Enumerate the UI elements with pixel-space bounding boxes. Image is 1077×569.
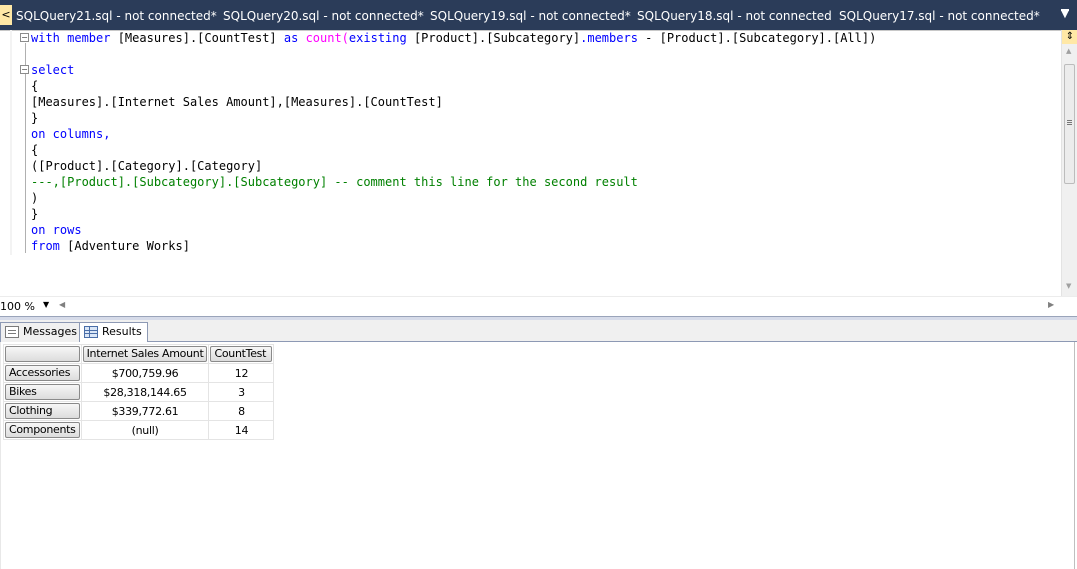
row-header-components[interactable]: Components: [5, 422, 80, 438]
scrollbar-thumb[interactable]: [1064, 64, 1075, 184]
zoom-bar: 100 % ▼ ◀ ▶: [0, 296, 1077, 316]
code-line[interactable]: select: [31, 62, 876, 78]
code-line[interactable]: {: [31, 142, 876, 158]
tab-scroll-left-button[interactable]: <: [0, 5, 12, 25]
code-line[interactable]: ([Product].[Category].[Category]: [31, 158, 876, 174]
row-header-accessories[interactable]: Accessories: [5, 365, 80, 381]
code-line[interactable]: ---,[Product].[Subcategory].[Subcategory…: [31, 174, 876, 190]
document-tab-strip: < SQLQuery21.sql - not connected* SQLQue…: [0, 0, 1077, 30]
code-token: count(: [305, 31, 349, 45]
split-view-icon[interactable]: ⇕: [1062, 30, 1077, 44]
code-line[interactable]: }: [31, 110, 876, 126]
vertical-scrollbar[interactable]: ⇕ ▲ ▼: [1061, 30, 1077, 296]
code-text[interactable]: with member [Measures].[CountTest] as co…: [31, 30, 876, 254]
row-header-clothing[interactable]: Clothing: [5, 403, 80, 419]
tab-sqlquery17[interactable]: SQLQuery17.sql - not connected*: [839, 6, 1040, 26]
code-token: ---,[Product].[Subcategory].[Subcategory…: [31, 175, 638, 189]
cell-count[interactable]: 8: [208, 401, 275, 421]
cell-count[interactable]: 12: [208, 363, 275, 383]
code-token: as: [283, 31, 306, 45]
thumb-grip-icon: [1067, 120, 1072, 121]
outline-guide: [25, 43, 26, 253]
grid-icon: [84, 326, 98, 338]
code-line[interactable]: ): [31, 190, 876, 206]
tab-messages[interactable]: Messages: [0, 322, 83, 342]
column-header-internet-sales-amount[interactable]: Internet Sales Amount: [82, 346, 208, 362]
cell-amount[interactable]: $700,759.96: [80, 363, 210, 383]
tab-sqlquery21[interactable]: SQLQuery21.sql - not connected*: [16, 6, 217, 26]
code-token: ): [31, 191, 39, 205]
column-header-counttest[interactable]: CountTest: [210, 346, 273, 362]
cell-amount[interactable]: (null): [80, 420, 210, 440]
code-token: {: [31, 143, 39, 157]
code-line[interactable]: with member [Measures].[CountTest] as co…: [31, 30, 876, 46]
tab-sqlquery20[interactable]: SQLQuery20.sql - not connected*: [223, 6, 424, 26]
table-row: Components (null) 14: [3, 420, 275, 440]
tab-messages-label: Messages: [23, 325, 77, 338]
scroll-down-icon[interactable]: ▼: [1066, 282, 1071, 290]
code-token: existing: [348, 31, 414, 45]
tab-sqlquery19[interactable]: SQLQuery19.sql - not connected*: [430, 6, 631, 26]
code-line[interactable]: [Measures].[Internet Sales Amount],[Meas…: [31, 94, 876, 110]
table-row: Accessories $700,759.96 12: [3, 363, 275, 383]
table-row: Clothing $339,772.61 8: [3, 401, 275, 421]
results-panel: Internet Sales Amount CountTest Accessor…: [0, 342, 1075, 569]
table-row: Bikes $28,318,144.65 3: [3, 382, 275, 402]
tab-results[interactable]: Results: [79, 322, 148, 343]
code-token: [Measures].[CountTest]: [117, 31, 284, 45]
collapse-select-icon[interactable]: −: [20, 65, 29, 74]
code-token: on columns,: [31, 127, 111, 141]
cell-count[interactable]: 3: [208, 382, 275, 402]
code-token: [Adventure Works]: [67, 239, 190, 253]
results-grid: Internet Sales Amount CountTest Accessor…: [3, 344, 275, 440]
code-token: .members: [580, 31, 638, 45]
code-token: on rows: [31, 223, 82, 237]
query-editor[interactable]: − − with member [Measures].[CountTest] a…: [0, 30, 1077, 316]
code-line[interactable]: [31, 46, 876, 62]
collapse-with-icon[interactable]: −: [20, 33, 29, 42]
scroll-left-icon[interactable]: ◀: [59, 300, 65, 309]
cell-amount[interactable]: $339,772.61: [80, 401, 210, 421]
code-token: select: [31, 63, 75, 77]
code-line[interactable]: on columns,: [31, 126, 876, 142]
code-line[interactable]: on rows: [31, 222, 876, 238]
scroll-up-icon[interactable]: ▲: [1066, 47, 1071, 55]
results-tab-strip: Messages Results: [0, 320, 1077, 343]
code-token: from: [31, 239, 68, 253]
cell-count[interactable]: 14: [208, 420, 275, 440]
code-token: - [Product].[Subcategory].[All]): [637, 31, 877, 45]
code-token: [Measures].[Internet Sales Amount],[Meas…: [31, 95, 443, 109]
code-line[interactable]: from [Adventure Works]: [31, 238, 876, 254]
code-line[interactable]: {: [31, 78, 876, 94]
messages-icon: [5, 326, 19, 338]
code-token: with member: [31, 31, 118, 45]
code-token: [Product].[Subcategory]: [413, 31, 581, 45]
tab-list-dropdown-icon[interactable]: ▼: [1059, 7, 1071, 23]
corner-header[interactable]: [5, 346, 80, 362]
code-token: ([Product].[Category].[Category]: [31, 159, 263, 173]
cell-amount[interactable]: $28,318,144.65: [80, 382, 210, 402]
grid-header-row: Internet Sales Amount CountTest: [3, 344, 275, 364]
code-token: {: [31, 79, 39, 93]
code-token: }: [31, 207, 39, 221]
scroll-right-icon[interactable]: ▶: [1048, 300, 1054, 309]
code-token: }: [31, 111, 39, 125]
tab-sqlquery18[interactable]: SQLQuery18.sql - not connected: [637, 6, 832, 26]
tab-results-label: Results: [102, 325, 142, 338]
zoom-dropdown-icon[interactable]: ▼: [43, 300, 49, 309]
row-header-bikes[interactable]: Bikes: [5, 384, 80, 400]
code-line[interactable]: }: [31, 206, 876, 222]
